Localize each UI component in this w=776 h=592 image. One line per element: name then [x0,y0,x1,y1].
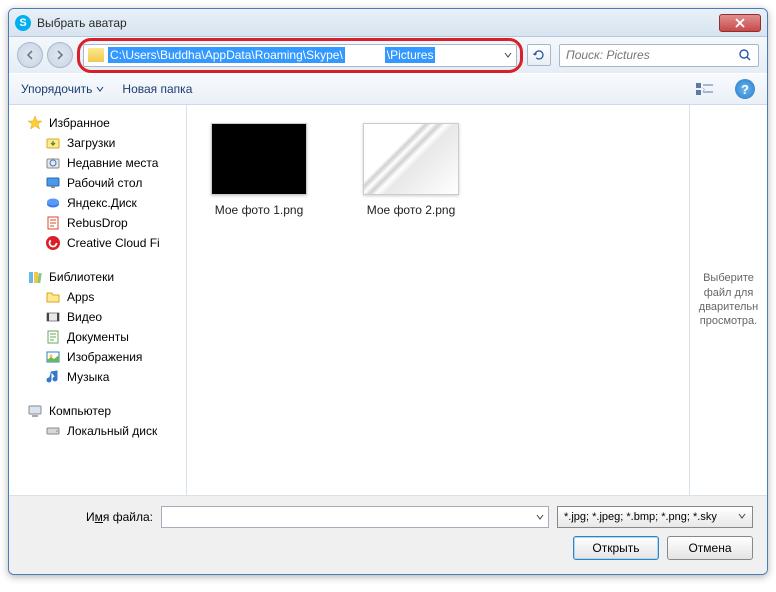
sidebar-item-desktop[interactable]: Рабочий стол [9,173,186,193]
organize-menu[interactable]: Упорядочить [21,82,104,96]
sidebar-item-apps[interactable]: Apps [9,287,186,307]
refresh-icon [532,48,546,62]
window-title: Выбрать аватар [37,16,719,30]
search-box[interactable] [559,44,759,67]
file-item-2[interactable]: Мое фото 2.png [351,123,471,217]
images-icon [45,349,61,365]
titlebar: S Выбрать аватар [9,9,767,37]
thumbnail-1 [211,123,307,195]
computer-header[interactable]: Компьютер [9,401,186,421]
search-input[interactable] [566,48,738,62]
recent-icon [45,155,61,171]
cc-icon [45,235,61,251]
footer: Имя файла: *.jpg; *.jpeg; *.bmp; *.png; … [9,495,767,574]
toolbar: Упорядочить Новая папка ? [9,73,767,105]
preview-pane: Выберите файл для дварительн просмотра. [689,105,767,495]
sidebar-item-docs[interactable]: Документы [9,327,186,347]
music-icon [45,369,61,385]
filetype-filter[interactable]: *.jpg; *.jpeg; *.bmp; *.png; *.sky [557,506,753,528]
sidebar-item-localdisk[interactable]: Локальный диск [9,421,186,441]
filename-label: Имя файла: [23,510,153,524]
computer-section: Компьютер Локальный диск [9,401,186,441]
address-dropdown[interactable] [504,48,512,62]
video-icon [45,309,61,325]
folder-icon [88,48,104,62]
filename-dropdown[interactable] [536,510,544,524]
sidebar-item-images[interactable]: Изображения [9,347,186,367]
file-list[interactable]: Мое фото 1.png Мое фото 2.png [187,105,689,495]
file-dialog-window: S Выбрать аватар C:\Users\Buddha\AppData… [8,8,768,575]
forward-button[interactable] [47,42,73,68]
cancel-button[interactable]: Отмена [667,536,753,560]
new-folder-button[interactable]: Новая папка [122,82,192,96]
address-bar[interactable]: C:\Users\Buddha\AppData\Roaming\Skype\ \… [83,44,517,67]
content-area: Мое фото 1.png Мое фото 2.png Выберите ф… [187,105,767,495]
file-item-1[interactable]: Мое фото 1.png [199,123,319,217]
folder-icon [45,289,61,305]
file-name-1: Мое фото 1.png [199,203,319,217]
yadisk-icon [45,195,61,211]
docs-icon [45,329,61,345]
close-icon [735,18,745,28]
sidebar-item-recent[interactable]: Недавние места [9,153,186,173]
chevron-down-icon [504,51,512,59]
address-bar-wrap: C:\Users\Buddha\AppData\Roaming\Skype\ \… [83,44,517,67]
disk-icon [45,423,61,439]
preview-placeholder: Выберите файл для дварительн просмотра. [698,271,759,328]
computer-label: Компьютер [49,404,111,418]
filter-text: *.jpg; *.jpeg; *.bmp; *.png; *.sky [564,511,717,523]
chevron-down-icon [738,512,746,520]
desktop-icon [45,175,61,191]
organize-label: Упорядочить [21,82,92,96]
navbar: C:\Users\Buddha\AppData\Roaming\Skype\ \… [9,37,767,73]
address-path-1: C:\Users\Buddha\AppData\Roaming\Skype\ [108,47,345,63]
body: Избранное Загрузки Недавние места Рабочи… [9,105,767,495]
download-icon [45,135,61,151]
refresh-button[interactable] [527,44,551,66]
computer-icon [27,403,43,419]
favorites-section: Избранное Загрузки Недавние места Рабочи… [9,113,186,253]
libraries-icon [27,269,43,285]
chevron-down-icon [536,513,544,521]
filter-dropdown[interactable] [738,511,746,523]
sidebar-item-cc[interactable]: Creative Cloud Fi [9,233,186,253]
skype-icon: S [15,15,31,31]
sidebar-item-yandex[interactable]: Яндекс.Диск [9,193,186,213]
rebus-icon [45,215,61,231]
sidebar: Избранное Загрузки Недавние места Рабочи… [9,105,187,495]
help-button[interactable]: ? [735,79,755,99]
filename-input[interactable] [161,506,549,528]
sidebar-item-video[interactable]: Видео [9,307,186,327]
view-options-button[interactable] [693,78,717,100]
search-icon [738,48,752,62]
sidebar-item-music[interactable]: Музыка [9,367,186,387]
sidebar-item-rebus[interactable]: RebusDrop [9,213,186,233]
file-name-2: Мое фото 2.png [351,203,471,217]
chevron-down-icon [96,85,104,93]
libraries-section: Библиотеки Apps Видео Документы Изображе… [9,267,186,387]
arrow-left-icon [24,49,36,61]
open-button[interactable]: Открыть [573,536,659,560]
new-folder-label: Новая папка [122,82,192,96]
favorites-label: Избранное [49,116,110,130]
thumbnail-2 [363,123,459,195]
arrow-right-icon [54,49,66,61]
sidebar-item-downloads[interactable]: Загрузки [9,133,186,153]
back-button[interactable] [17,42,43,68]
libraries-header[interactable]: Библиотеки [9,267,186,287]
address-path-2: \Pictures [385,47,436,63]
view-icon [695,82,715,96]
star-icon [27,115,43,131]
favorites-header[interactable]: Избранное [9,113,186,133]
close-button[interactable] [719,14,761,32]
libraries-label: Библиотеки [49,270,114,284]
